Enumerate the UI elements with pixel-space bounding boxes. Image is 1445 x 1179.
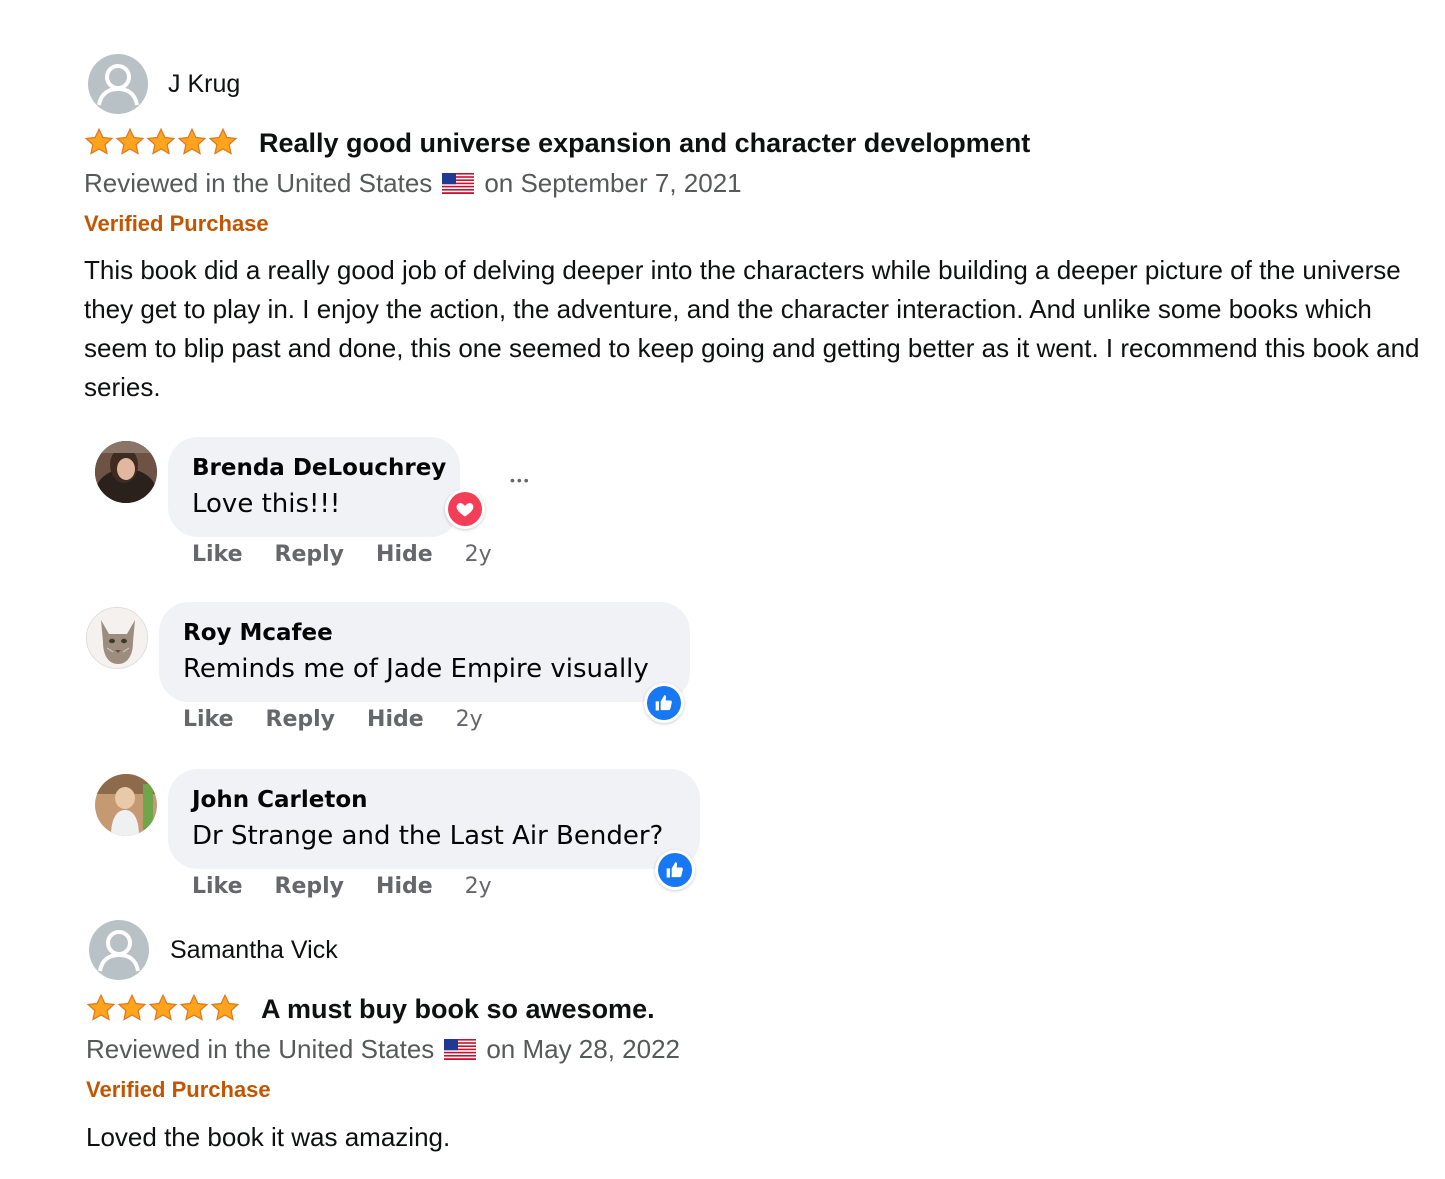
star-icon <box>86 993 116 1021</box>
review-meta-prefix: Reviewed in the United States <box>86 1034 435 1064</box>
commenter-name[interactable]: Roy Mcafee <box>183 620 333 646</box>
commenter-avatar[interactable] <box>86 607 148 669</box>
review-meta-prefix: Reviewed in the United States <box>84 168 433 198</box>
default-user-icon <box>98 930 140 972</box>
avatar-photo <box>87 608 147 668</box>
star-icon <box>208 127 238 155</box>
review-title[interactable]: A must buy book so awesome. <box>261 994 655 1025</box>
star-rating[interactable] <box>86 993 240 1023</box>
star-icon <box>84 127 114 155</box>
review-date: on May 28, 2022 <box>486 1034 681 1064</box>
more-options-icon[interactable]: ••• <box>510 473 531 487</box>
star-icon <box>148 993 178 1021</box>
star-icon <box>210 993 240 1021</box>
comment-text: Reminds me of Jade Empire visually <box>183 654 649 684</box>
reviewer-avatar[interactable] <box>88 54 148 114</box>
like-button[interactable]: Like <box>183 707 234 732</box>
reaction-badge[interactable] <box>445 489 485 529</box>
hide-button[interactable]: Hide <box>367 707 424 732</box>
reviewer-name[interactable]: Samantha Vick <box>170 936 338 965</box>
review-meta: Reviewed in the United States on Septemb… <box>84 168 742 199</box>
like-button[interactable]: Like <box>192 542 243 567</box>
reaction-badge[interactable] <box>644 683 684 723</box>
star-icon <box>115 127 145 155</box>
reply-button[interactable]: Reply <box>266 707 336 732</box>
reply-button[interactable]: Reply <box>275 874 345 899</box>
heart-icon <box>456 503 474 517</box>
like-button[interactable]: Like <box>192 874 243 899</box>
review-body: This book did a really good job of delvi… <box>84 255 1420 402</box>
avatar-photo <box>95 441 157 503</box>
comment-bubble: John Carleton Dr Strange and the Last Ai… <box>168 769 700 869</box>
star-icon <box>179 993 209 1021</box>
default-user-icon <box>97 64 139 106</box>
comment-timestamp[interactable]: 2y <box>456 707 483 732</box>
review-date: on September 7, 2021 <box>484 168 742 198</box>
commenter-name[interactable]: Brenda DeLouchrey <box>192 455 446 481</box>
reviewer-avatar[interactable] <box>89 920 149 980</box>
comment-bubble: Roy Mcafee Reminds me of Jade Empire vis… <box>159 602 690 702</box>
comment-bubble: Brenda DeLouchrey Love this!!! <box>168 437 460 537</box>
reaction-badge[interactable] <box>655 850 695 890</box>
commenter-name[interactable]: John Carleton <box>192 787 368 813</box>
star-icon <box>117 993 147 1021</box>
review-body: Loved the book it was amazing. <box>86 1122 451 1152</box>
commenter-avatar[interactable] <box>95 774 157 836</box>
reviewer-name[interactable]: J Krug <box>168 70 240 99</box>
review-title[interactable]: Really good universe expansion and chara… <box>259 128 1030 159</box>
us-flag-icon <box>442 173 475 194</box>
us-flag-icon <box>444 1039 477 1060</box>
verified-purchase-badge: Verified Purchase <box>84 211 269 236</box>
comment-timestamp[interactable]: 2y <box>465 874 492 899</box>
star-icon <box>146 127 176 155</box>
thumbs-up-icon <box>666 862 683 878</box>
review-meta: Reviewed in the United States on May 28,… <box>86 1034 680 1065</box>
avatar-photo <box>95 774 157 836</box>
comment-actions: Like Reply Hide 2y <box>192 874 492 899</box>
comment-timestamp[interactable]: 2y <box>465 542 492 567</box>
hide-button[interactable]: Hide <box>376 874 433 899</box>
comment-text: Love this!!! <box>192 489 341 519</box>
hide-button[interactable]: Hide <box>376 542 433 567</box>
reply-button[interactable]: Reply <box>275 542 345 567</box>
comment-actions: Like Reply Hide 2y <box>192 542 492 567</box>
verified-purchase-badge: Verified Purchase <box>86 1077 271 1102</box>
comment-actions: Like Reply Hide 2y <box>183 707 483 732</box>
commenter-avatar[interactable] <box>95 441 157 503</box>
star-icon <box>177 127 207 155</box>
star-rating[interactable] <box>84 127 238 157</box>
thumbs-up-icon <box>655 695 672 711</box>
comment-text: Dr Strange and the Last Air Bender? <box>192 821 664 851</box>
